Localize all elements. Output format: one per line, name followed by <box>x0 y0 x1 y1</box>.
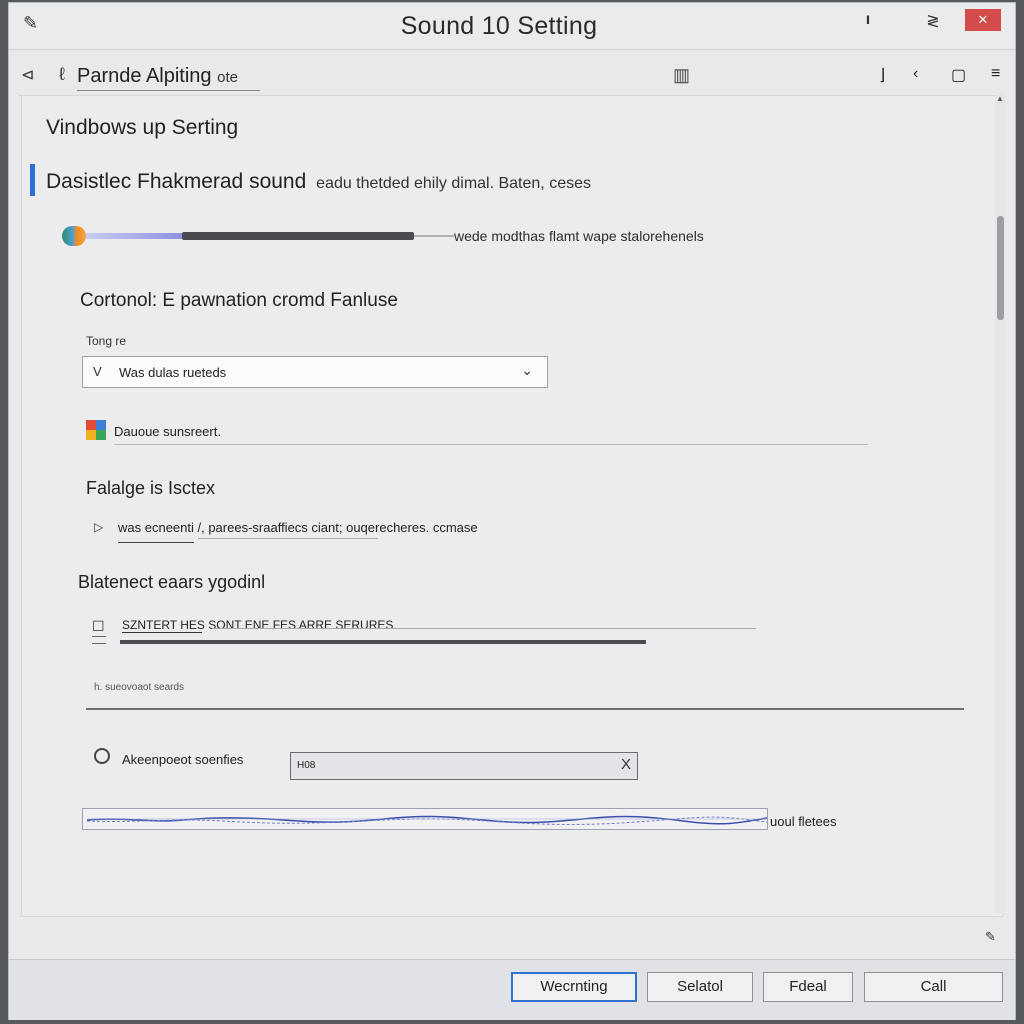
link-underline-light <box>198 538 378 539</box>
chevron-left-icon[interactable]: ‹ <box>913 65 918 83</box>
tertiary-button[interactable]: Fdeal <box>763 972 853 1002</box>
breadcrumb[interactable]: Parnde Alpiting ote <box>77 65 260 91</box>
divider <box>114 444 868 445</box>
dropdown-label: Tong re <box>86 334 127 348</box>
setting-dropdown[interactable]: V Was dulas rueteds ⌄ <box>82 356 548 388</box>
small-label: h. sueovoaot seards <box>94 682 185 693</box>
link-underline <box>118 542 194 543</box>
back-icon[interactable]: ⊲ <box>21 65 34 85</box>
corner-icon[interactable]: ⌋ <box>879 65 885 85</box>
checkbox-label-underline <box>122 632 202 633</box>
waveform-icon <box>86 815 767 825</box>
page-title: Vindbows up Serting <box>46 116 239 139</box>
subsection-title: Falalge is Isctex <box>86 478 216 498</box>
slider-thumb[interactable] <box>62 226 86 246</box>
cancel-button[interactable]: Call <box>864 972 1003 1002</box>
waveform-display[interactable] <box>82 808 768 830</box>
minimize-button[interactable]: ı <box>861 11 875 29</box>
radio-label[interactable]: Akeenpoeot soenfies <box>122 752 243 767</box>
breadcrumb-sub: ote <box>217 69 238 86</box>
pin-icon[interactable]: ℓ <box>59 64 65 85</box>
scrollbar[interactable]: ▲ <box>995 92 1005 914</box>
title-bar: ✎ Sound 10 Setting ı ≷ ✕ <box>9 3 1015 50</box>
expand-arrow-icon[interactable]: ▷ <box>94 520 103 534</box>
divider-strong <box>86 708 964 710</box>
dropdown-value: Was dulas rueteds <box>119 365 227 380</box>
toolbar: ⊲ ℓ Parnde Alpiting ote ▥ ⌋ ‹ ▢ ≡ <box>19 59 1005 96</box>
slider-track-end <box>414 235 454 237</box>
settings-content: Vindbows up Serting Dasistlec Fhakmerad … <box>21 95 1003 917</box>
footer-bar: Wecrnting Selatol Fdeal Call <box>9 959 1015 1020</box>
chevron-down-icon[interactable]: ⌄ <box>521 362 533 379</box>
divider-light <box>212 628 756 629</box>
maximize-button[interactable]: ≷ <box>921 11 945 31</box>
text-input[interactable]: H08 X <box>290 752 638 780</box>
expandable-item-label[interactable]: was ecneenti /, parees-sraaffiecs ciant;… <box>118 520 478 535</box>
drag-handle-icon[interactable] <box>92 636 106 644</box>
radio-button[interactable] <box>94 748 110 764</box>
checkbox-label[interactable]: SZNTERT HES SONT ENE FES ARRE SERURES <box>122 618 393 632</box>
subsection-title-2: Blatenect eaars ygodinl <box>78 572 266 592</box>
color-settings-icon <box>86 420 106 440</box>
menu-icon[interactable]: ≡ <box>991 65 1000 83</box>
settings-window: ✎ Sound 10 Setting ı ≷ ✕ ⊲ ℓ Parnde Alpi… <box>8 2 1016 1020</box>
section-title-main: Dasistlec Fhakmerad sound <box>46 170 307 193</box>
section-title: Dasistlec Fhakmerad sound eadu thetded e… <box>46 170 591 194</box>
view-icon[interactable]: ▥ <box>673 65 690 86</box>
section-title-detail: eadu thetded ehily dimal. Baten, ceses <box>316 175 591 192</box>
color-label[interactable]: Dauoue sunsreert. <box>114 424 221 439</box>
clear-icon[interactable]: X <box>621 756 631 773</box>
breadcrumb-main: Parnde Alpiting <box>77 65 212 87</box>
input-value: H08 <box>297 760 316 771</box>
secondary-button[interactable]: Selatol <box>647 972 753 1002</box>
window-icon[interactable]: ▢ <box>951 65 966 85</box>
dropdown-prefix: V <box>93 364 102 379</box>
section-accent-bar <box>30 164 35 196</box>
close-button[interactable]: ✕ <box>965 9 1001 31</box>
level-bar <box>120 640 646 644</box>
scroll-up-icon[interactable]: ▲ <box>995 94 1005 103</box>
waveform-label: uoul fletees <box>770 814 837 829</box>
checkbox[interactable]: ☐ <box>92 618 105 635</box>
slider-description: wede modthas flamt wape stalorehenels <box>454 228 704 244</box>
window-title: Sound 10 Setting <box>400 12 598 40</box>
slider-track[interactable] <box>182 232 414 240</box>
slider-track-highlight[interactable] <box>86 233 186 239</box>
group-title: Cortonol: E pawnation cromd Fanluse <box>80 290 398 311</box>
primary-button[interactable]: Wecrnting <box>511 972 637 1002</box>
edit-icon[interactable]: ✎ <box>985 929 996 945</box>
scrollbar-thumb[interactable] <box>997 216 1004 320</box>
